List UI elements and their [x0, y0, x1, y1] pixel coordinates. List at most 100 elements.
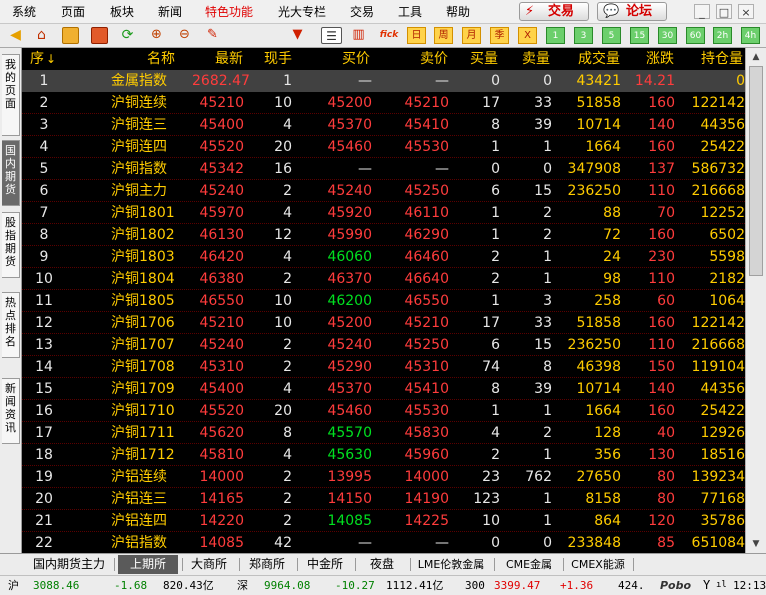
period-month[interactable]: 月 [462, 27, 481, 44]
tab-czce[interactable]: 郑商所 [244, 555, 290, 574]
table-row[interactable]: 16 沪铜1710 45520 20 45460 45530 1 1 1664 160 25422 [22, 400, 745, 422]
side-tab-index-futures[interactable]: 股指期货 [2, 212, 20, 278]
table-row[interactable]: 13 沪铜1707 45240 2 45240 45250 6 15 236250 110 2166… [22, 334, 745, 356]
close-button[interactable]: × [738, 4, 754, 19]
menu-tools[interactable]: 工具 [398, 4, 422, 20]
trade-button[interactable]: ⚡ 交易 [519, 2, 589, 21]
cell-volume: 128 [594, 425, 621, 441]
col-header-volume[interactable]: 成交量 [578, 51, 620, 67]
side-tab-domestic-futures[interactable]: 国内期货 [2, 140, 20, 206]
menu-sector[interactable]: 板块 [110, 4, 134, 20]
menu-special-features[interactable]: 特色功能 [205, 4, 253, 20]
period-day[interactable]: 日 [407, 27, 426, 44]
zoom-in-icon[interactable]: ⊕ [148, 27, 165, 44]
menu-page[interactable]: 页面 [61, 4, 85, 20]
cell-ask-qty: 15 [534, 337, 552, 353]
forum-button[interactable]: 💬 论坛 [597, 2, 667, 21]
zoom-out-icon[interactable]: ⊖ [176, 27, 193, 44]
side-tab-hot-ranking[interactable]: 热点排名 [2, 292, 20, 358]
col-header-bid-qty[interactable]: 买量 [470, 51, 498, 67]
pencil-icon[interactable]: ✎ [204, 27, 221, 44]
period-2h[interactable]: 2h [713, 27, 732, 44]
vertical-scrollbar[interactable]: ▲ ▼ [745, 48, 766, 553]
maximize-button[interactable]: □ [716, 4, 732, 19]
table-row[interactable]: 9 沪铜1803 46420 4 46060 46460 2 1 24 230 5598 [22, 246, 745, 268]
period-5min[interactable]: 5 [602, 27, 621, 44]
col-header-ask-qty[interactable]: 卖量 [522, 51, 550, 67]
minimize-button[interactable]: _ [694, 4, 710, 19]
scroll-up-icon[interactable]: ▲ [749, 50, 763, 64]
orders-icon[interactable] [62, 27, 79, 44]
col-header-name[interactable]: 名称 [147, 51, 175, 67]
cell-no: 19 [35, 469, 53, 485]
table-row[interactable]: 3 沪铜连三 45400 4 45370 45410 8 39 10714 140 44356 [22, 114, 745, 136]
period-60min[interactable]: 60 [686, 27, 705, 44]
col-header-bid[interactable]: 买价 [342, 51, 370, 67]
table-row[interactable]: 7 沪铜1801 45970 4 45920 46110 1 2 88 70 12252 [22, 202, 745, 224]
back-arrow-icon[interactable]: ◀ [7, 27, 24, 44]
table-row[interactable]: 8 沪铜1802 46130 12 45990 46290 1 2 72 160 6502 [22, 224, 745, 246]
table-row[interactable]: 4 沪铜连四 45520 20 45460 45530 1 1 1664 160 25422 [22, 136, 745, 158]
cell-volume: 236250 [567, 183, 621, 199]
grid-view-icon[interactable] [91, 27, 108, 44]
fenshi-icon[interactable]: fick [378, 27, 400, 44]
tab-dce[interactable]: 大商所 [186, 555, 232, 574]
tab-lme[interactable]: LME伦敦金属 [414, 555, 488, 574]
hs300-amount: 424. [618, 579, 645, 592]
scroll-down-icon[interactable]: ▼ [749, 537, 763, 551]
cell-hand: 2 [283, 359, 292, 375]
table-row[interactable]: 22 沪铝指数 14085 42— —0 0 233848 85 651084 [22, 532, 745, 553]
cell-change: 14.21 [634, 73, 675, 89]
menu-system[interactable]: 系统 [12, 4, 36, 20]
table-row[interactable]: 19 沪铝连续 14000 2 13995 14000 23 762 27650 80 139234 [22, 466, 745, 488]
scroll-thumb[interactable] [749, 66, 763, 276]
table-row[interactable]: 14 沪铜1708 45310 2 45290 45310 74 8 46398 150 11910… [22, 356, 745, 378]
table-row[interactable]: 20 沪铝连三 14165 2 14150 14190 123 1 8158 80 77168 [22, 488, 745, 510]
col-header-hand[interactable]: 现手 [264, 51, 292, 67]
period-15min[interactable]: 15 [630, 27, 649, 44]
cell-no: 13 [35, 337, 53, 353]
cell-bid: 45370 [327, 117, 372, 133]
tab-cmex-energy[interactable]: CMEX能源 [567, 555, 629, 574]
list-view-icon[interactable]: ☰ [321, 27, 342, 44]
tab-domestic-main[interactable]: 国内期货主力 [28, 555, 110, 574]
table-row[interactable]: 18 沪铜1712 45810 4 45630 45960 2 1 356 130 18516 [22, 444, 745, 466]
refresh-icon[interactable]: ⟳ [119, 27, 136, 44]
period-1min[interactable]: 1 [546, 27, 565, 44]
table-row[interactable]: 11 沪铜1805 46550 10 46200 46550 1 3 258 60 1064 [22, 290, 745, 312]
col-header-change[interactable]: 涨跌 [646, 51, 674, 67]
side-tab-my-page[interactable]: 我的页面 [2, 54, 20, 136]
table-row[interactable]: 15 沪铜1709 45400 4 45370 45410 8 39 10714 140 44356 [22, 378, 745, 400]
period-custom[interactable]: X [518, 27, 537, 44]
table-row[interactable]: 2 沪铜连续 45210 10 45200 45210 17 33 51858 160 122142 [22, 92, 745, 114]
table-row[interactable]: 5 沪铜指数 45342 16— —0 0 347908 137 586732 [22, 158, 745, 180]
table-row[interactable]: 10 沪铜1804 46380 2 46370 46640 2 1 98 110 2182 [22, 268, 745, 290]
period-4h[interactable]: 4h [741, 27, 760, 44]
tab-cffex[interactable]: 中金所 [302, 555, 348, 574]
menu-everbright-column[interactable]: 光大专栏 [278, 4, 326, 20]
tab-cme-metals[interactable]: CME金属 [499, 555, 559, 574]
col-header-ask[interactable]: 卖价 [420, 51, 448, 67]
table-row[interactable]: 17 沪铜1711 45620 8 45570 45830 4 2 128 40 12926 [22, 422, 745, 444]
table-row[interactable]: 1 金属指数 2682.47 1— —0 0 43421 14.21 0 [22, 70, 745, 92]
hs300-label: 300 [465, 579, 485, 592]
table-row[interactable]: 6 沪铜主力 45240 2 45240 45250 6 15 236250 110 216668 [22, 180, 745, 202]
period-week[interactable]: 周 [434, 27, 453, 44]
col-header-open-interest[interactable]: 持仓量 [701, 51, 743, 67]
col-header-no[interactable]: 序 [30, 51, 44, 67]
menu-trade[interactable]: 交易 [350, 4, 374, 20]
col-header-last[interactable]: 最新 [215, 51, 243, 67]
side-tab-news[interactable]: 新闻资讯 [2, 378, 20, 444]
period-30min[interactable]: 30 [658, 27, 677, 44]
bar-chart-icon[interactable]: ▥ [350, 27, 367, 44]
filter-icon[interactable]: ▼ [289, 27, 306, 44]
menu-news[interactable]: 新闻 [158, 4, 182, 20]
table-row[interactable]: 12 沪铜1706 45210 10 45200 45210 17 33 51858 160 122… [22, 312, 745, 334]
menu-help[interactable]: 帮助 [446, 4, 470, 20]
period-3min[interactable]: 3 [574, 27, 593, 44]
period-quarter[interactable]: 季 [490, 27, 509, 44]
tab-night-session[interactable]: 夜盘 [360, 555, 404, 574]
tab-shfe[interactable]: 上期所 [118, 555, 178, 574]
home-icon[interactable]: ⌂ [33, 27, 50, 44]
table-row[interactable]: 21 沪铝连四 14220 2 14085 14225 10 1 864 120 35786 [22, 510, 745, 532]
